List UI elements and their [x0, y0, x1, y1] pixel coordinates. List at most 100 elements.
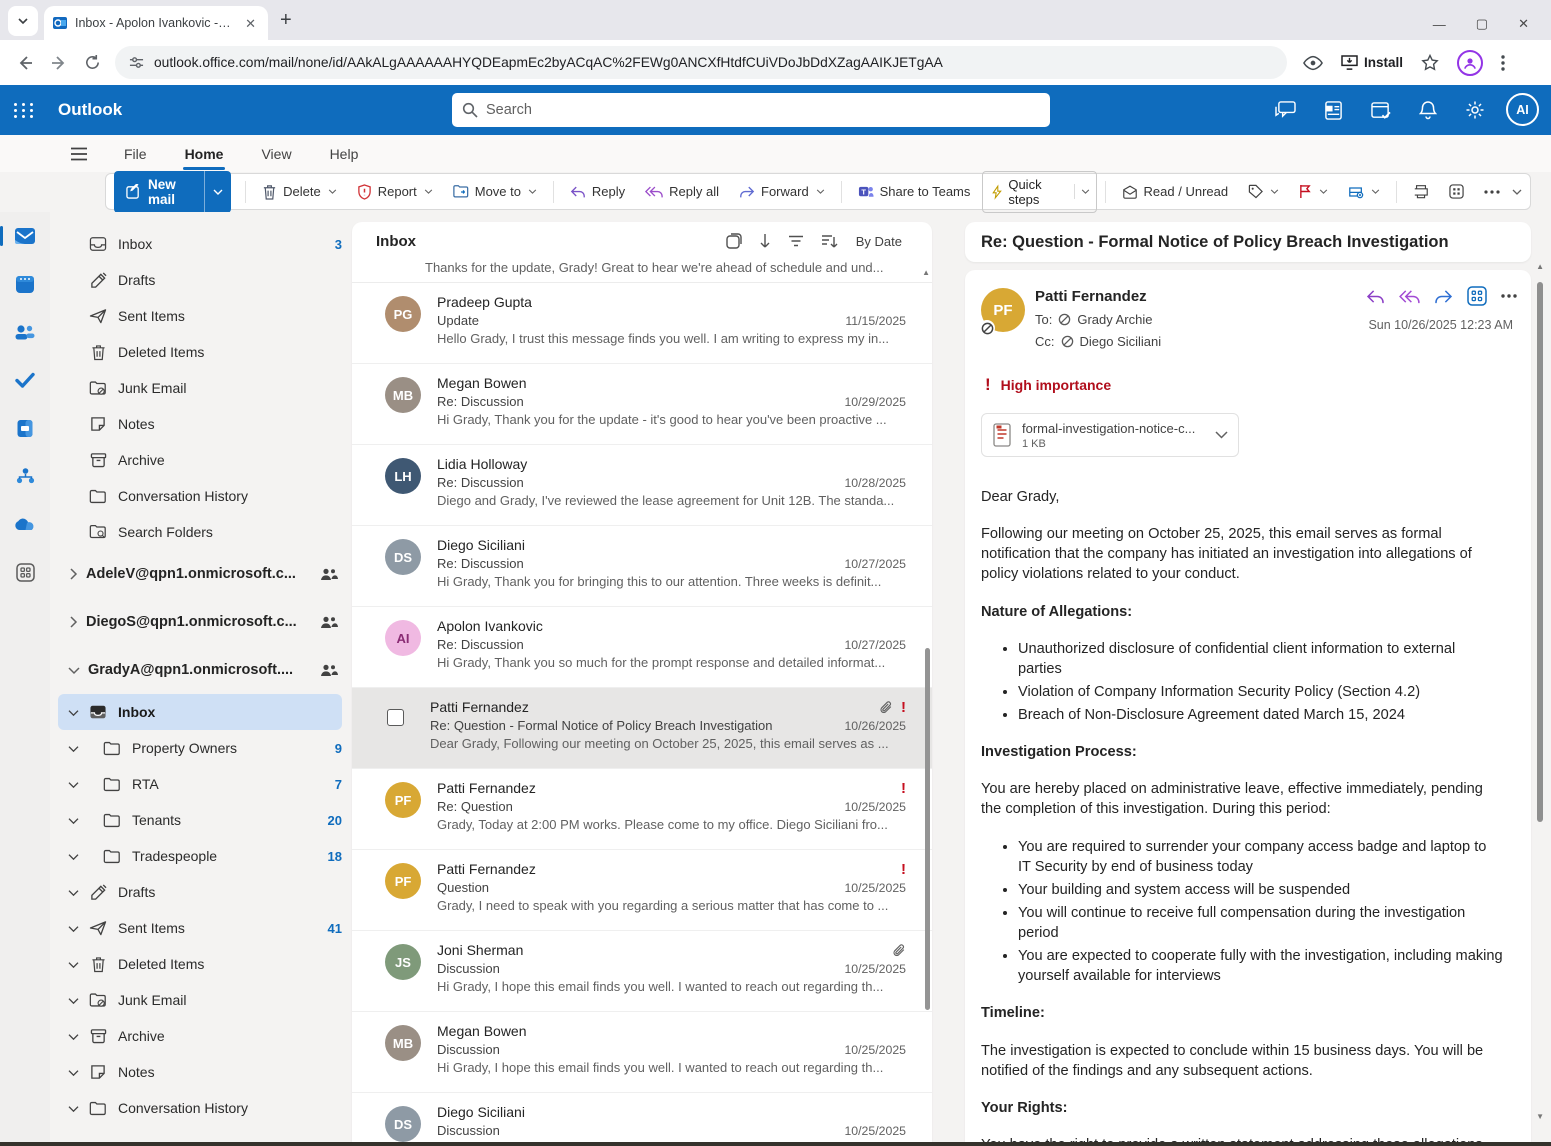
browser-tab[interactable]: Inbox - Apolon Ivankovic - Outl ✕ — [44, 6, 268, 40]
account-avatar[interactable]: AI — [1506, 93, 1539, 126]
collapse-ribbon-icon[interactable] — [1512, 189, 1522, 195]
email-list-item[interactable]: PF Patti Fernandez ! Re: Question — [352, 769, 932, 850]
mail-app-icon[interactable] — [10, 224, 40, 248]
folder-item[interactable]: Tradespeople 18 — [58, 838, 342, 874]
forward-button-ribbon[interactable]: Forward — [731, 179, 833, 204]
flag-button[interactable] — [1291, 179, 1336, 204]
email-list-scrollbar[interactable] — [925, 648, 930, 1010]
scroll-up-arrow[interactable]: ▲ — [922, 268, 930, 277]
folder-item[interactable]: Tenants 20 — [58, 802, 342, 838]
folder-item[interactable]: RTA 7 — [58, 766, 342, 802]
chevron-down-icon[interactable] — [68, 665, 80, 675]
tab-close-icon[interactable]: ✕ — [241, 15, 260, 32]
new-tab-button[interactable]: + — [280, 9, 292, 32]
files-app-icon[interactable] — [10, 416, 40, 440]
select-mode-icon[interactable] — [726, 233, 742, 249]
calendar-app-icon[interactable] — [10, 272, 40, 296]
chevron-down-icon[interactable] — [68, 888, 79, 897]
quick-steps-button[interactable]: Quick steps — [982, 171, 1096, 213]
browser-profile-icon[interactable] — [1457, 50, 1483, 76]
email-list-item[interactable]: Patti Fernandez ! Re: Question - Formal … — [352, 688, 932, 769]
menu-file[interactable]: File — [122, 140, 149, 168]
todo-app-icon[interactable] — [10, 368, 40, 392]
email-list-item[interactable]: PF Patti Fernandez ! Question 10/2 — [352, 850, 932, 931]
reading-pane-scrollbar[interactable] — [1537, 282, 1543, 822]
folder-item[interactable]: Drafts — [58, 262, 342, 298]
folder-item[interactable]: Archive — [58, 1018, 342, 1054]
app-launcher-icon[interactable] — [0, 103, 48, 118]
more-actions-icon[interactable] — [1501, 294, 1517, 298]
refresh-button[interactable] — [84, 54, 101, 71]
feed-icon[interactable] — [1324, 101, 1343, 120]
window-close-button[interactable]: ✕ — [1518, 16, 1529, 32]
reply-all-icon[interactable] — [1399, 289, 1420, 304]
more-options-button[interactable] — [1476, 185, 1508, 199]
rules-button[interactable] — [1340, 179, 1388, 204]
folder-item[interactable]: Inbox — [58, 694, 342, 730]
delete-button[interactable]: Delete — [254, 179, 345, 205]
folder-item[interactable]: Notes — [58, 1054, 342, 1090]
chevron-right-icon[interactable] — [68, 616, 78, 628]
folder-item[interactable]: Drafts — [58, 874, 342, 910]
todo-icon[interactable] — [1371, 101, 1391, 120]
quick-steps-dropdown-icon[interactable] — [1074, 184, 1096, 199]
folder-item[interactable]: Conversation History — [58, 1090, 342, 1126]
browser-menu-icon[interactable] — [1501, 55, 1505, 71]
categorize-button[interactable] — [1240, 179, 1287, 204]
chat-icon[interactable] — [1275, 101, 1296, 120]
folder-item[interactable]: Sent Items — [58, 298, 342, 334]
folder-item[interactable]: Junk Email — [58, 982, 342, 1018]
attachment-chip[interactable]: formal-investigation-notice-c... 1 KB — [981, 413, 1239, 457]
move-to-button[interactable]: Move to — [445, 179, 545, 204]
apps-grid-button[interactable] — [1441, 179, 1472, 204]
email-list-item[interactable]: AI Apolon Ivankovic Re: Discussion — [352, 607, 932, 688]
tab-search-button[interactable] — [8, 6, 38, 36]
chevron-down-icon[interactable] — [68, 708, 79, 717]
chevron-down-icon[interactable] — [68, 924, 79, 933]
email-list-item[interactable]: PG Pradeep Gupta Update 11/15/202 — [352, 283, 932, 364]
email-list-item[interactable]: JS Joni Sherman Discussion 10/25/ — [352, 931, 932, 1012]
email-list-item[interactable]: LH Lidia Holloway Re: Discussion — [352, 445, 932, 526]
forward-icon[interactable] — [1434, 289, 1453, 304]
sort-options-icon[interactable] — [821, 234, 839, 249]
folder-item[interactable]: Deleted Items — [58, 334, 342, 370]
folder-item[interactable]: Notes — [58, 406, 342, 442]
filter-icon[interactable] — [788, 235, 804, 247]
org-explorer-app-icon[interactable] — [10, 464, 40, 488]
forward-button[interactable] — [50, 54, 68, 72]
menu-view[interactable]: View — [259, 140, 293, 168]
account-item-gradya[interactable]: GradyA@qpn1.onmicrosoft.... — [50, 646, 352, 694]
chevron-down-icon[interactable] — [68, 780, 79, 789]
hamburger-icon[interactable] — [70, 147, 88, 161]
apps-grid-icon[interactable] — [1467, 286, 1487, 306]
new-mail-button[interactable]: New mail — [114, 171, 231, 213]
chevron-right-icon[interactable] — [68, 568, 78, 580]
reply-button[interactable]: Reply — [562, 179, 633, 204]
settings-gear-icon[interactable] — [1465, 100, 1485, 120]
share-to-teams-button[interactable]: T Share to Teams — [850, 179, 979, 205]
chevron-down-icon[interactable] — [68, 1104, 79, 1113]
install-button[interactable]: Install — [1341, 55, 1403, 70]
report-button[interactable]: Report — [349, 179, 441, 205]
search-input[interactable] — [486, 102, 1040, 118]
chevron-down-icon[interactable] — [68, 960, 79, 969]
account-item-adelev[interactable]: AdeleV@qpn1.onmicrosoft.c... — [50, 550, 352, 598]
site-settings-icon[interactable] — [129, 55, 144, 70]
folder-item[interactable]: Search Folders — [58, 514, 342, 550]
scroll-down-arrow[interactable]: ▼ — [1536, 1112, 1544, 1121]
back-button[interactable] — [16, 54, 34, 72]
chevron-down-icon[interactable] — [68, 852, 79, 861]
bookmark-star-icon[interactable] — [1421, 54, 1439, 72]
folder-item[interactable]: Archive — [58, 442, 342, 478]
window-maximize-button[interactable]: ▢ — [1476, 16, 1488, 32]
previous-email-preview[interactable]: Thanks for the update, Grady! Great to h… — [352, 260, 932, 283]
email-list-item[interactable]: MB Megan Bowen Discussion 10/25/2 — [352, 1012, 932, 1093]
attachment-dropdown-icon[interactable] — [1215, 431, 1228, 439]
search-box[interactable] — [452, 93, 1050, 127]
new-mail-dropdown-icon[interactable] — [204, 171, 231, 213]
email-checkbox[interactable] — [387, 709, 404, 726]
chevron-down-icon[interactable] — [68, 1032, 79, 1041]
chevron-down-icon[interactable] — [68, 744, 79, 753]
more-apps-icon[interactable] — [10, 560, 40, 584]
scroll-up-arrow[interactable]: ▲ — [1536, 262, 1544, 271]
